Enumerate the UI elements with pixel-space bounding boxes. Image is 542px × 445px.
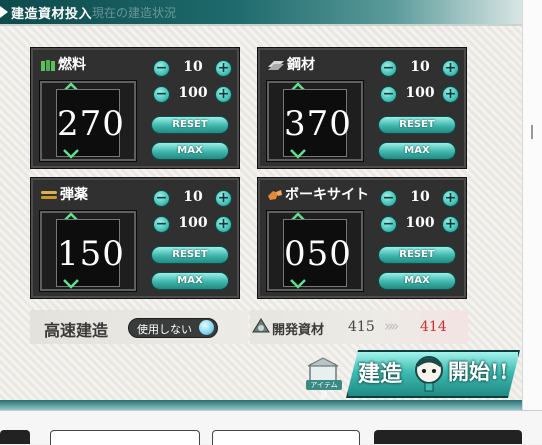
start-construction-button[interactable]: 建造 開始!!	[346, 350, 516, 394]
plus-100-button[interactable]: +	[442, 86, 459, 103]
resource-name: 燃料	[58, 57, 86, 73]
plus-100-button[interactable]: +	[215, 216, 232, 233]
speed-build-toggle[interactable]: 使用しない	[128, 318, 218, 338]
step-10-row: − 10 +	[380, 189, 460, 209]
max-button[interactable]: MAX	[151, 142, 229, 160]
speed-build-label: 高速建造	[44, 321, 109, 340]
steel-icon	[268, 61, 284, 70]
panel-bottom-band	[0, 400, 522, 410]
counter-display: 270	[56, 89, 125, 157]
minus-100-button[interactable]: −	[380, 86, 397, 103]
plus-10-button[interactable]: +	[215, 60, 232, 77]
scrollbar-thumb[interactable]	[531, 125, 533, 139]
step-100-row: − 100 +	[380, 85, 460, 105]
dev-material-icon	[252, 318, 270, 333]
step-amount: 10	[410, 189, 430, 205]
minus-10-button[interactable]: −	[153, 60, 170, 77]
resource-value: 150	[57, 234, 125, 274]
resource-counter: 050	[266, 210, 364, 292]
decrement-arrow-icon[interactable]	[62, 149, 80, 159]
resource-box-fuel: 燃料 270 − 10 + − 100 + RESET MAX	[30, 47, 240, 169]
item-shop-button[interactable]: アイテム屋	[306, 356, 342, 399]
plus-10-button[interactable]: +	[442, 190, 459, 207]
counter-display: 150	[56, 219, 125, 287]
step-amount: 10	[183, 189, 203, 205]
resource-counter: 270	[39, 80, 137, 162]
plus-10-button[interactable]: +	[442, 60, 459, 77]
dev-material-after: 414	[420, 319, 447, 335]
panel-title: 建造資材投入	[11, 7, 93, 22]
arrow-right-icon: »»	[384, 317, 399, 335]
decrement-arrow-icon[interactable]	[289, 279, 307, 289]
toggle-knob-icon	[199, 320, 214, 335]
resource-label: ボーキサイト	[268, 184, 369, 204]
reset-button[interactable]: RESET	[378, 246, 456, 264]
resource-value: 270	[57, 104, 125, 144]
step-10-row: − 10 +	[380, 59, 460, 79]
step-amount: 10	[410, 59, 430, 75]
resource-box-bauxite: ボーキサイト 050 − 10 + − 100 + RESET MAX	[257, 177, 467, 299]
resource-box-steel: 鋼材 370 − 10 + − 100 + RESET MAX	[257, 47, 467, 169]
bottom-tab[interactable]	[374, 430, 522, 444]
resource-counter: 150	[39, 210, 137, 292]
step-100-row: − 100 +	[153, 215, 233, 235]
resource-name: 弾薬	[60, 187, 88, 203]
decrement-arrow-icon[interactable]	[289, 149, 307, 159]
start-button-text-left: 建造	[358, 361, 403, 387]
step-amount: 10	[183, 59, 203, 75]
plus-10-button[interactable]: +	[215, 190, 232, 207]
resource-label: 弾薬	[41, 184, 88, 204]
reset-button[interactable]: RESET	[378, 116, 456, 134]
resource-counter: 370	[266, 80, 364, 162]
minus-100-button[interactable]: −	[380, 216, 397, 233]
item-shop-label: アイテム屋	[310, 381, 338, 399]
step-amount: 100	[178, 85, 208, 101]
reset-button[interactable]: RESET	[151, 116, 229, 134]
title-ghost-text: 現在の建造状況	[92, 6, 177, 20]
minus-10-button[interactable]: −	[380, 60, 397, 77]
title-marker-icon	[0, 6, 8, 18]
step-amount: 100	[405, 215, 435, 231]
plus-100-button[interactable]: +	[215, 86, 232, 103]
max-button[interactable]: MAX	[151, 272, 229, 290]
minus-10-button[interactable]: −	[153, 190, 170, 207]
counter-display: 050	[283, 219, 352, 287]
resource-value: 370	[284, 104, 352, 144]
fuel-icon	[41, 60, 55, 71]
resource-label: 燃料	[41, 54, 86, 74]
minus-10-button[interactable]: −	[380, 190, 397, 207]
panel-title-bar: 現在の建造状況 建造資材投入	[0, 0, 522, 24]
decrement-arrow-icon[interactable]	[62, 279, 80, 289]
plus-100-button[interactable]: +	[442, 216, 459, 233]
page-scrollbar[interactable]	[522, 0, 542, 410]
step-100-row: − 100 +	[380, 215, 460, 235]
resource-name: 鋼材	[287, 57, 315, 73]
step-10-row: − 10 +	[153, 59, 233, 79]
max-button[interactable]: MAX	[378, 272, 456, 290]
step-10-row: − 10 +	[153, 189, 233, 209]
resource-box-ammo: 弾薬 150 − 10 + − 100 + RESET MAX	[30, 177, 240, 299]
resource-value: 050	[284, 234, 352, 274]
counter-display: 370	[283, 89, 352, 157]
dev-material-current: 415	[348, 319, 375, 335]
minus-100-button[interactable]: −	[153, 86, 170, 103]
dev-material-row: 開発資材 415 »» 414	[250, 310, 468, 344]
step-100-row: − 100 +	[153, 85, 233, 105]
start-button-text-right: 開始!!	[448, 359, 509, 384]
toggle-text: 使用しない	[137, 323, 192, 336]
dev-material-label: 開発資材	[272, 323, 325, 338]
step-amount: 100	[405, 85, 435, 101]
step-amount: 100	[178, 215, 208, 231]
max-button[interactable]: MAX	[378, 142, 456, 160]
ammo-icon	[41, 191, 57, 199]
speed-build-row: 高速建造 使用しない	[30, 310, 248, 344]
fairy-mascot-icon	[415, 356, 443, 392]
resource-name: ボーキサイト	[285, 187, 369, 203]
title-divider	[0, 24, 522, 26]
bottom-tab[interactable]	[0, 430, 30, 444]
resource-label: 鋼材	[268, 54, 315, 74]
bauxite-icon	[268, 190, 282, 200]
minus-100-button[interactable]: −	[153, 216, 170, 233]
reset-button[interactable]: RESET	[151, 246, 229, 264]
